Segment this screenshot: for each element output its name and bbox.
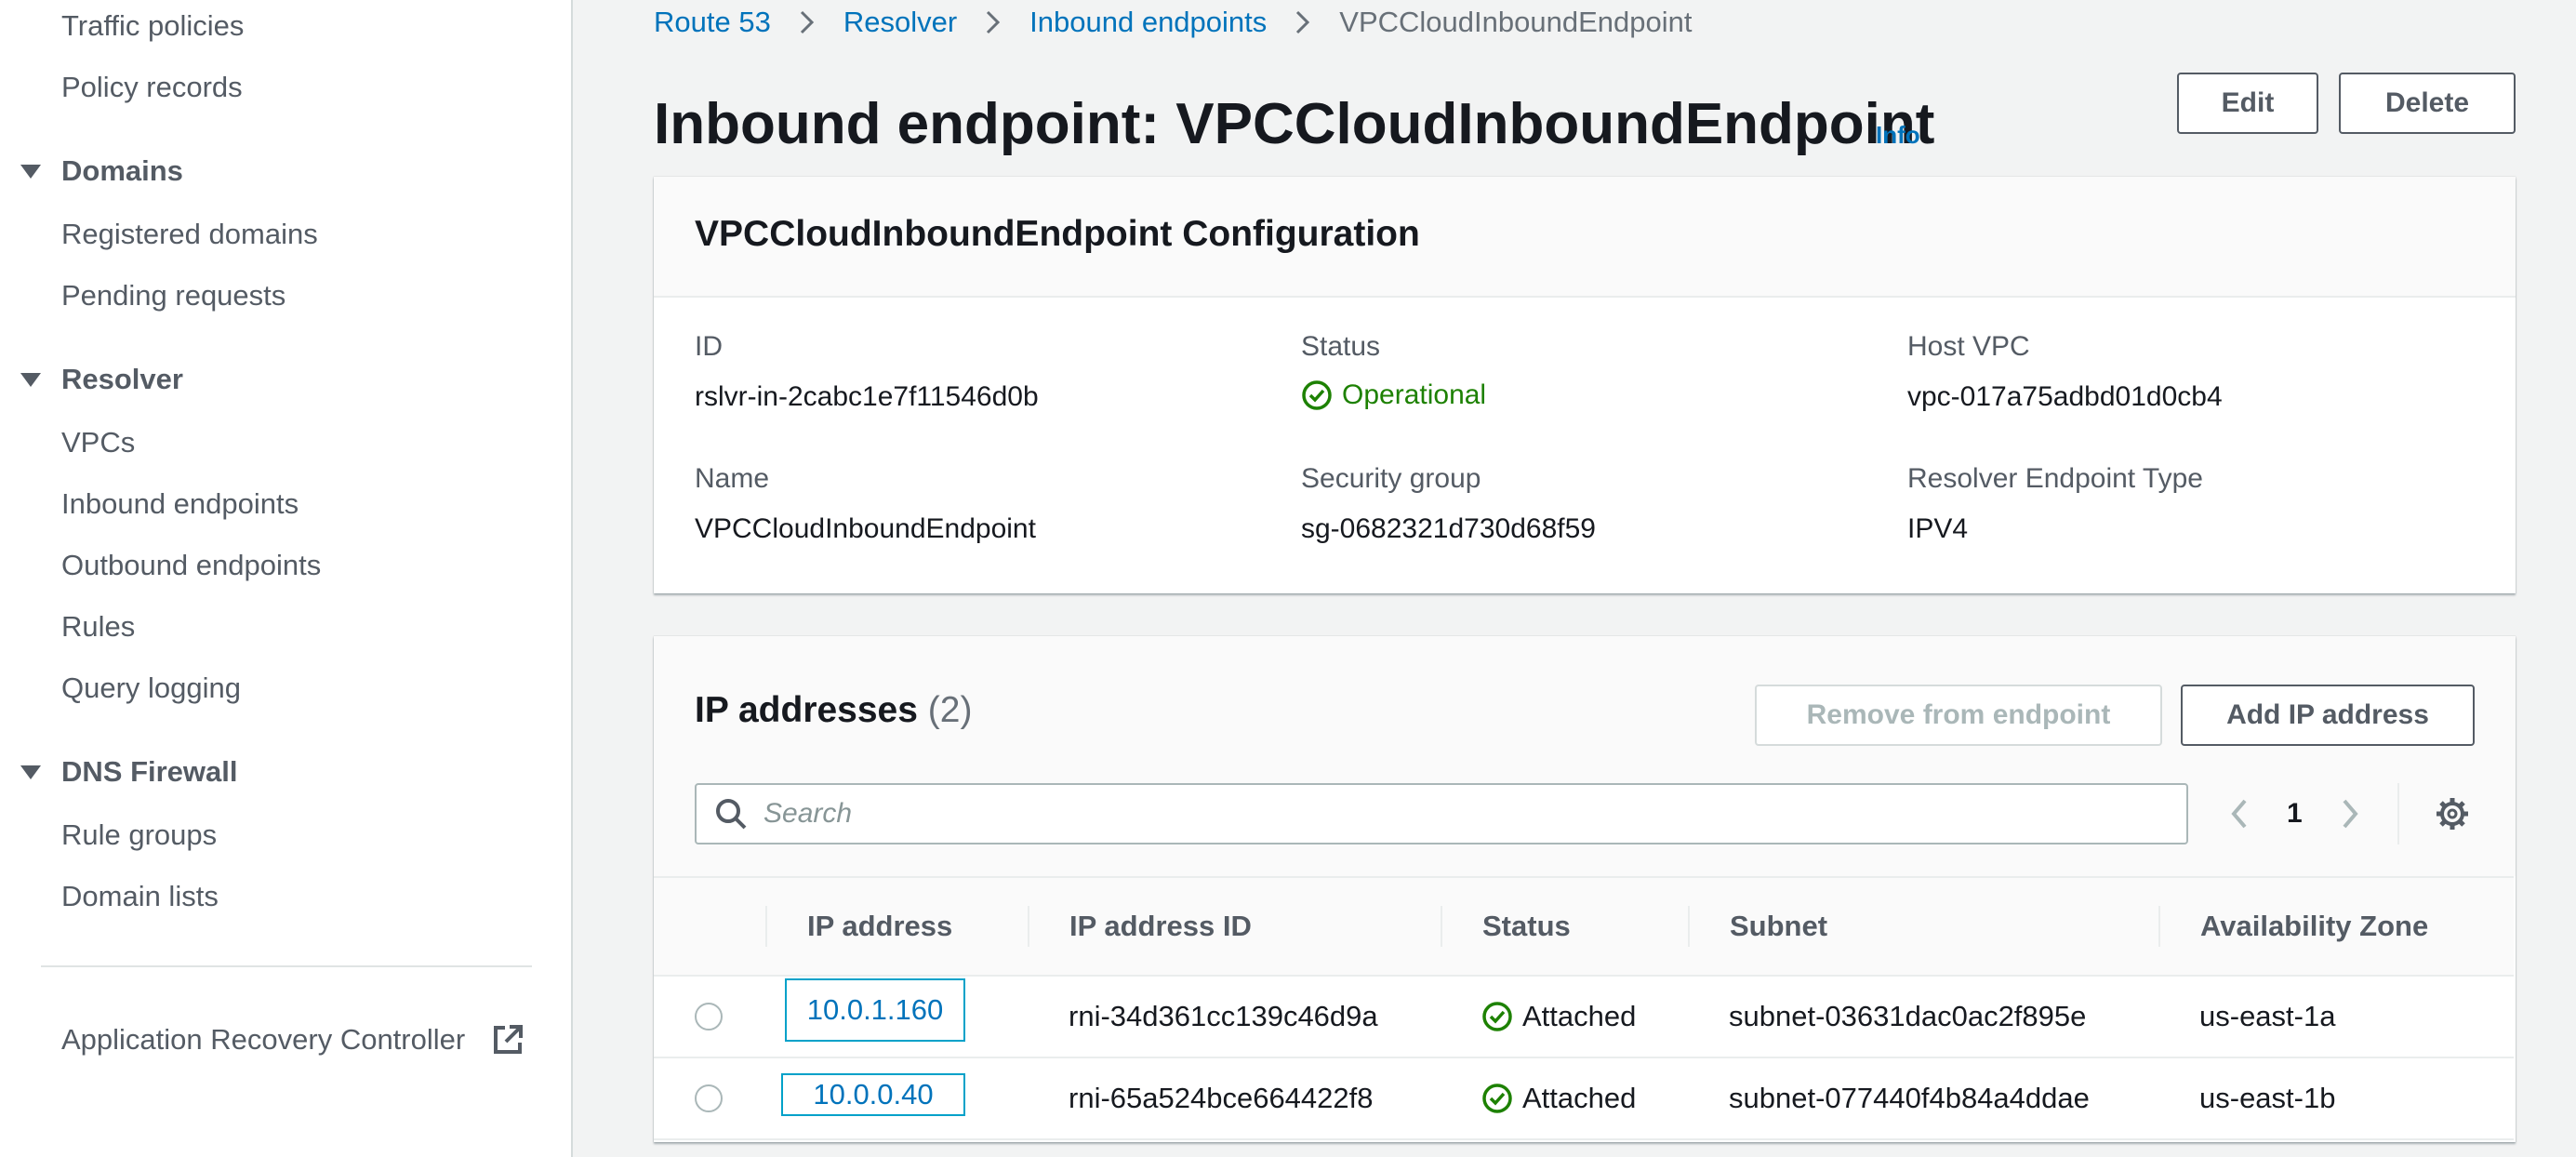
breadcrumb-resolver[interactable]: Resolver (843, 6, 957, 39)
ip-address-id-cell: rni-34d361cc139c46d9a (1069, 1000, 1378, 1032)
status-success-icon (1482, 1002, 1512, 1031)
host-vpc-label: Host VPC (1907, 331, 2030, 362)
name-label: Name (695, 463, 770, 494)
status-text: Attached (1522, 1082, 1637, 1114)
column-header-ip-address-id[interactable]: IP address ID (1069, 878, 1252, 975)
ip-addresses-title: IP addresses (2) (695, 690, 972, 731)
column-divider (1028, 906, 1029, 947)
remove-from-endpoint-button[interactable]: Remove from endpoint (1755, 685, 2162, 746)
pagination: 1 (2225, 783, 2364, 844)
sidebar-section-label: Resolver (61, 363, 183, 395)
ip-address-id-cell: rni-65a524bce664422f8 (1069, 1082, 1374, 1114)
ip-address-link[interactable]: 10.0.1.160 (785, 978, 965, 1042)
status-cell: Attached (1481, 977, 1636, 1057)
ip-address-link[interactable]: 10.0.0.40 (781, 1073, 965, 1116)
column-header-ip-address[interactable]: IP address (807, 878, 952, 975)
ip-addresses-count: (2) (927, 690, 973, 730)
status-cell: Attached (1481, 1058, 1636, 1138)
column-divider (2158, 906, 2160, 947)
name-value: VPCCloudInboundEndpoint (695, 513, 1036, 544)
page-number[interactable]: 1 (2287, 798, 2303, 830)
status-text: Operational (1342, 379, 1487, 410)
column-header-availability-zone[interactable]: Availability Zone (2200, 878, 2428, 975)
endpoint-type-value: IPV4 (1907, 513, 1969, 544)
breadcrumb-inbound-endpoints[interactable]: Inbound endpoints (1029, 6, 1267, 39)
sidebar-item-traffic-policies[interactable]: Traffic policies (61, 7, 244, 45)
id-value: rslvr-in-2cabc1e7f11546d0b (695, 381, 1039, 412)
chevron-left-icon[interactable] (2225, 795, 2253, 832)
sidebar-item-rule-groups[interactable]: Rule groups (61, 817, 217, 854)
edit-button[interactable]: Edit (2177, 73, 2318, 134)
sidebar-section-label: Domains (61, 154, 183, 187)
breadcrumb: Route 53 Resolver Inbound endpoints VPCC… (654, 0, 1692, 45)
column-header-status[interactable]: Status (1482, 878, 1571, 975)
ip-addresses-title-text: IP addresses (695, 690, 918, 730)
sidebar-item-registered-domains[interactable]: Registered domains (61, 216, 318, 253)
security-group-label: Security group (1301, 463, 1481, 494)
delete-button[interactable]: Delete (2339, 73, 2516, 134)
availability-zone-cell: us-east-1a (2199, 1000, 2336, 1032)
sidebar-item-domain-lists[interactable]: Domain lists (61, 878, 219, 915)
settings-gear-icon[interactable] (2435, 796, 2470, 831)
endpoint-type-label: Resolver Endpoint Type (1907, 463, 2203, 494)
add-ip-address-button[interactable]: Add IP address (2181, 685, 2475, 746)
search-field[interactable] (695, 783, 2188, 844)
availability-zone-cell: us-east-1b (2199, 1082, 2336, 1114)
chevron-right-icon (987, 10, 1001, 34)
column-divider (765, 906, 767, 947)
sidebar-divider (41, 965, 532, 967)
status-text: Attached (1522, 1000, 1637, 1032)
ip-addresses-panel: IP addresses (2) Remove from endpoint Ad… (654, 636, 2516, 1142)
column-divider (1688, 906, 1690, 947)
configuration-panel-header: VPCCloudInboundEndpoint Configuration (654, 177, 2516, 298)
table-row[interactable]: 10.0.0.40 rni-65a524bce664422f8 Attached… (654, 1058, 2514, 1140)
sidebar-section-dns-firewall[interactable]: DNS Firewall (20, 753, 238, 791)
pagination-divider (2397, 783, 2399, 844)
chevron-right-icon[interactable] (2336, 795, 2364, 832)
breadcrumb-route53[interactable]: Route 53 (654, 6, 771, 39)
row-select-radio[interactable] (695, 1084, 723, 1112)
sidebar-item-inbound-endpoints[interactable]: Inbound endpoints (61, 485, 299, 523)
sidebar-item-pending-requests[interactable]: Pending requests (61, 277, 285, 314)
sidebar-item-vpcs[interactable]: VPCs (61, 424, 135, 461)
subnet-cell: subnet-077440f4b84a4ddae (1729, 1082, 2090, 1114)
status-success-icon (1302, 380, 1332, 410)
chevron-right-icon (1296, 10, 1310, 34)
host-vpc-value: vpc-017a75adbd01d0cb4 (1907, 381, 2223, 412)
sidebar-item-app-recovery-controller[interactable]: Application Recovery Controller (61, 1021, 465, 1058)
configuration-panel: VPCCloudInboundEndpoint Configuration ID… (654, 177, 2516, 593)
chevron-right-icon (800, 10, 814, 34)
external-link-icon[interactable] (491, 1023, 524, 1057)
caret-down-icon (20, 372, 41, 387)
status-value: Operational (1301, 379, 1486, 411)
search-icon (716, 799, 747, 830)
sidebar-section-domains[interactable]: Domains (20, 153, 183, 190)
sidebar-item-outbound-endpoints[interactable]: Outbound endpoints (61, 547, 321, 584)
search-input[interactable] (764, 798, 2158, 830)
breadcrumb-current: VPCCloudInboundEndpoint (1339, 6, 1693, 38)
sidebar-item-rules[interactable]: Rules (61, 608, 135, 645)
column-divider (1441, 906, 1442, 947)
sidebar-section-resolver[interactable]: Resolver (20, 361, 183, 398)
id-label: ID (695, 331, 723, 362)
column-header-subnet[interactable]: Subnet (1730, 878, 1827, 975)
caret-down-icon (20, 164, 41, 179)
table-header: IP address IP address ID Status Subnet A… (654, 876, 2514, 977)
sidebar-item-query-logging[interactable]: Query logging (61, 670, 241, 707)
info-link[interactable]: Info (1876, 121, 1920, 150)
sidebar-item-policy-records[interactable]: Policy records (61, 69, 243, 106)
sidebar-section-label: DNS Firewall (61, 755, 238, 788)
table-row[interactable]: 10.0.1.160 rni-34d361cc139c46d9a Attache… (654, 977, 2514, 1058)
caret-down-icon (20, 765, 41, 779)
row-select-radio[interactable] (695, 1003, 723, 1031)
configuration-title: VPCCloudInboundEndpoint Configuration (695, 214, 1420, 254)
status-label: Status (1301, 331, 1381, 362)
subnet-cell: subnet-03631dac0ac2f895e (1729, 1000, 2087, 1032)
status-success-icon (1482, 1084, 1512, 1113)
security-group-value: sg-0682321d730d68f59 (1301, 513, 1596, 544)
page-title: Inbound endpoint: VPCCloudInboundEndpoin… (654, 92, 1935, 156)
side-navigation: Traffic policies Policy records Domains … (0, 0, 573, 1157)
